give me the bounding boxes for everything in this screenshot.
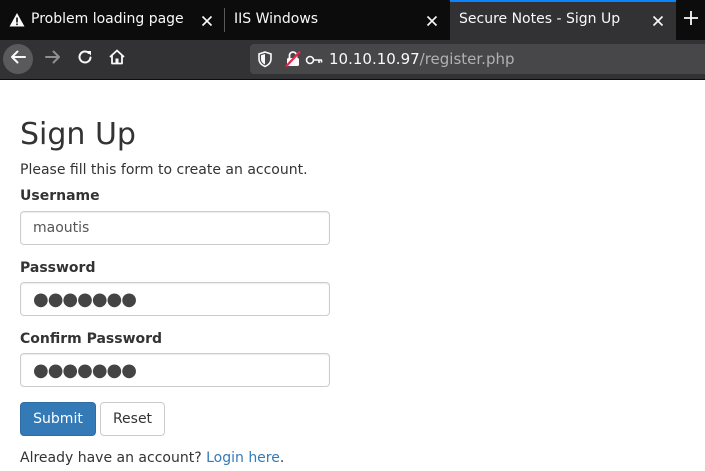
tab-secure-notes-sign-up[interactable]: Secure Notes - Sign Up: [450, 0, 676, 40]
submit-button[interactable]: Submit: [20, 402, 96, 436]
home-button[interactable]: [102, 44, 132, 74]
key-icon[interactable]: [305, 52, 323, 71]
page-content: Sign Up Please fill this form to create …: [0, 80, 705, 471]
active-tab-indicator: [450, 0, 676, 2]
tab-title: IIS Windows: [234, 11, 319, 27]
login-link[interactable]: Login here: [206, 450, 280, 466]
tab-problem-loading[interactable]: Problem loading page: [0, 0, 224, 40]
password-label: Password: [20, 260, 96, 276]
new-tab-button[interactable]: [676, 0, 705, 40]
shield-icon[interactable]: [256, 50, 274, 72]
tab-title: Problem loading page: [31, 11, 184, 27]
form-intro-text: Please fill this form to create an accou…: [20, 162, 308, 178]
home-icon: [108, 48, 126, 70]
reload-icon: [76, 48, 94, 70]
back-button[interactable]: [3, 44, 33, 74]
confirm-password-input[interactable]: [20, 353, 330, 387]
login-prompt: Already have an account? Login here.: [20, 448, 284, 468]
login-prompt-end: .: [279, 450, 285, 466]
arrow-left-icon: [9, 48, 27, 70]
page-title: Sign Up: [20, 117, 136, 152]
arrow-right-icon: [44, 48, 62, 70]
tab-iis-windows[interactable]: IIS Windows: [224, 0, 449, 40]
close-tab-icon[interactable]: [422, 11, 442, 31]
address-bar[interactable]: 10.10.10.97/register.php: [250, 44, 705, 74]
forward-button[interactable]: [38, 44, 68, 74]
plus-icon: [683, 10, 699, 30]
navigation-toolbar: 10.10.10.97/register.php: [0, 40, 705, 80]
url-host: 10.10.10.97: [329, 50, 420, 68]
close-tab-icon[interactable]: [648, 11, 668, 31]
close-tab-icon[interactable]: [197, 11, 217, 31]
password-input[interactable]: [20, 282, 330, 316]
url-text: 10.10.10.97/register.php: [329, 50, 515, 68]
warning-icon: [9, 12, 25, 28]
username-label: Username: [20, 188, 100, 204]
username-input[interactable]: [20, 211, 330, 245]
reset-button[interactable]: Reset: [100, 402, 165, 436]
tab-title: Secure Notes - Sign Up: [459, 11, 621, 27]
reload-button[interactable]: [70, 44, 100, 74]
confirm-password-label: Confirm Password: [20, 331, 163, 347]
tab-bar: Problem loading page IIS Windows Secure …: [0, 0, 705, 40]
login-prompt-text: Already have an account?: [20, 450, 202, 466]
insecure-lock-icon[interactable]: [284, 50, 302, 72]
url-path: /register.php: [419, 50, 515, 68]
